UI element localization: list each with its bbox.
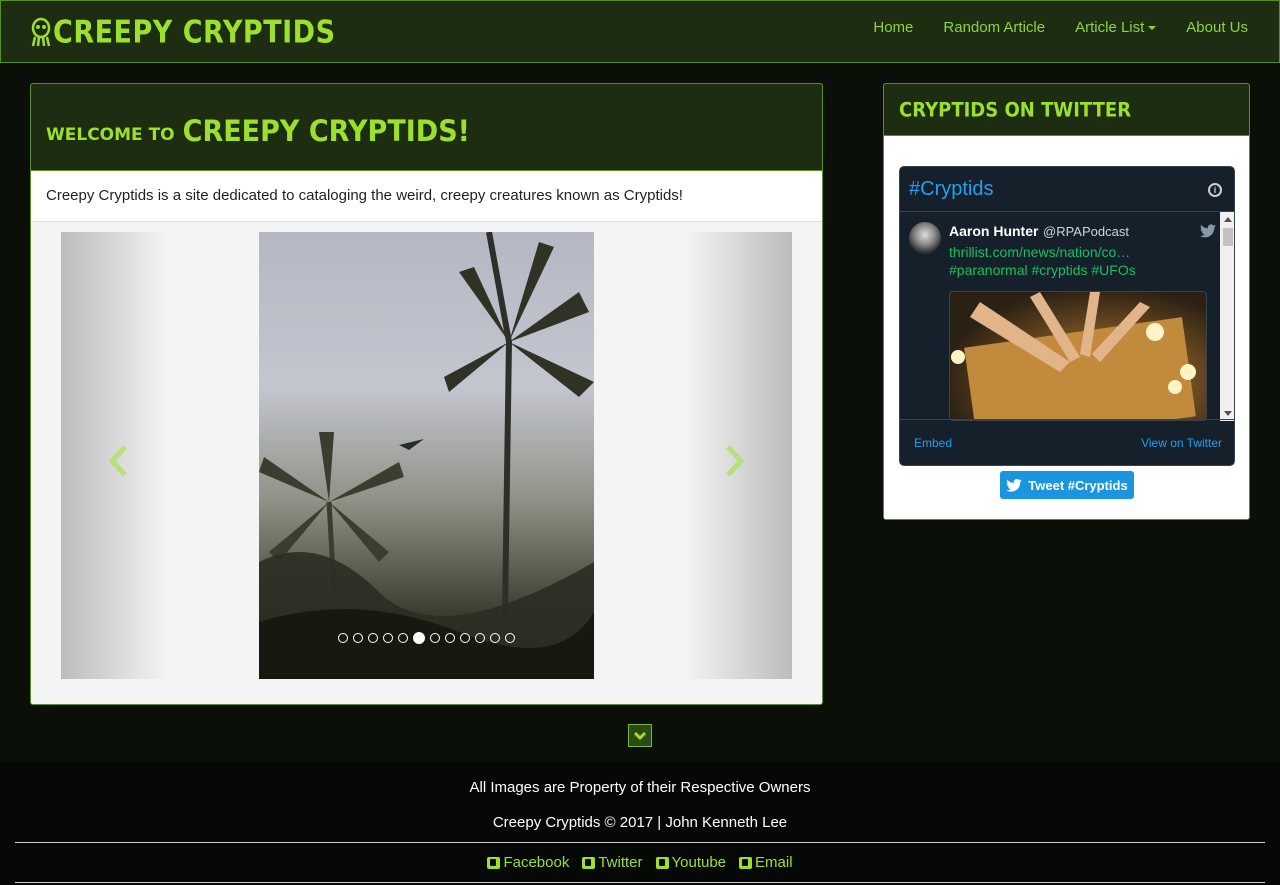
footer-copyright: Creepy Cryptids © 2017 | John Kenneth Le… [492,814,788,831]
nav-article-list-label: Article List [1075,19,1145,36]
nav-about-us[interactable]: About Us [1171,19,1263,37]
ouija-board-photo [951,292,1196,420]
youtube-icon [655,856,669,869]
carousel-prev-control[interactable] [61,232,169,679]
email-label: Email [755,854,793,871]
email-icon [739,856,753,869]
carousel-indicator-7[interactable] [430,633,440,643]
scroll-up-arrow-icon[interactable] [1224,217,1232,222]
carousel-indicator-6[interactable] [413,632,425,644]
alien-icon [31,17,51,47]
welcome-prefix: WELCOME TO [46,125,175,145]
palm-trees-photo [259,232,594,679]
brand-link[interactable]: CREEPY CRYPTIDS [31,14,336,50]
twitter-widget-header: #Cryptids i [900,167,1234,212]
carousel-indicator-12[interactable] [505,633,515,643]
info-icon[interactable]: i [1208,183,1222,197]
chevron-left-icon [108,445,127,477]
twitter-panel-title: CRYPTIDS ON TWITTER [899,99,1132,123]
nav-article-list[interactable]: Article List [1060,19,1171,37]
carousel-indicator-5[interactable] [398,633,408,643]
footer-divider [15,842,1265,843]
carousel-slide-image [259,232,594,679]
nav-home[interactable]: Home [858,19,928,37]
carousel-indicator-3[interactable] [368,633,378,643]
tweet-author-name[interactable]: Aaron Hunter [949,223,1038,239]
youtube-label: Youtube [671,854,727,871]
carousel-indicator-9[interactable] [460,633,470,643]
twitter-bird-icon[interactable] [1200,224,1216,238]
twitter-icon [582,856,596,869]
scroll-down-button[interactable] [628,724,652,747]
scroll-down-arrow-icon[interactable] [1224,411,1232,416]
image-carousel [61,232,792,679]
facebook-label: Facebook [503,854,570,871]
tweet-hashtag-button[interactable]: Tweet #Cryptids [1000,471,1134,499]
footer-disclaimer: All Images are Property of their Respect… [469,779,811,796]
welcome-heading: WELCOME TO CREEPY CRYPTIDS! [46,114,470,149]
intro-text: Creepy Cryptids is a site dedicated to c… [31,171,822,222]
social-links: Facebook Twitter Youtube Email [0,854,1280,871]
brand-title: CREEPY CRYPTIDS [53,14,336,50]
tweet-link[interactable]: thrillist.com/news/nation/co… [949,244,1130,260]
feed-scrollbar[interactable] [1220,212,1234,421]
twitter-hashtag-link[interactable]: #Cryptids [909,178,993,201]
youtube-link[interactable]: Youtube [655,854,727,871]
carousel-indicator-8[interactable] [445,633,455,643]
tweet-feed: Aaron Hunter @RPAPodcast thrillist.com/n… [900,212,1234,421]
tweet-author-handle[interactable]: @RPAPodcast [1043,224,1129,239]
nav-random-article[interactable]: Random Article [928,19,1060,37]
welcome-title: CREEPY CRYPTIDS! [182,114,470,149]
carousel-indicator-4[interactable] [383,633,393,643]
chevron-down-icon [633,731,647,741]
tweet-button-label: Tweet #Cryptids [1028,477,1128,493]
carousel-indicator-11[interactable] [490,633,500,643]
caret-down-icon [1148,26,1157,31]
facebook-icon [487,856,501,869]
carousel-indicator-2[interactable] [353,633,363,643]
twitter-panel: CRYPTIDS ON TWITTER #Cryptids i Aaron Hu… [883,83,1250,520]
twitter-panel-header: CRYPTIDS ON TWITTER [884,84,1249,136]
twitter-label: Twitter [598,854,643,871]
facebook-link[interactable]: Facebook [487,854,569,871]
carousel-next-control[interactable] [684,232,792,679]
main-nav: Home Random Article Article List About U… [858,19,1263,37]
avatar[interactable] [909,222,941,254]
footer-bottom-divider [15,882,1265,883]
carousel-indicator-10[interactable] [475,633,485,643]
twitter-link[interactable]: Twitter [582,854,643,871]
twitter-timeline-widget: #Cryptids i Aaron Hunter @RPAPodcast thr… [899,166,1235,466]
twitter-bird-icon [1006,478,1023,492]
tweet-media-image[interactable] [949,291,1207,421]
footer: All Images are Property of their Respect… [0,762,1280,885]
welcome-panel-header: WELCOME TO CREEPY CRYPTIDS! [31,84,822,171]
chevron-right-icon [726,445,745,477]
tweet-hashtags[interactable]: #paranormal #cryptids #UFOs [949,262,1136,278]
navbar: CREEPY CRYPTIDS Home Random Article Arti… [0,0,1280,63]
twitter-widget-footer: Embed View on Twitter [900,419,1234,465]
carousel-indicators [259,632,594,644]
scrollbar-thumb[interactable] [1223,228,1233,246]
embed-link[interactable]: Embed [914,436,952,450]
carousel-indicator-1[interactable] [338,633,348,643]
email-link[interactable]: Email [739,854,793,871]
view-on-twitter-link[interactable]: View on Twitter [1141,436,1222,450]
